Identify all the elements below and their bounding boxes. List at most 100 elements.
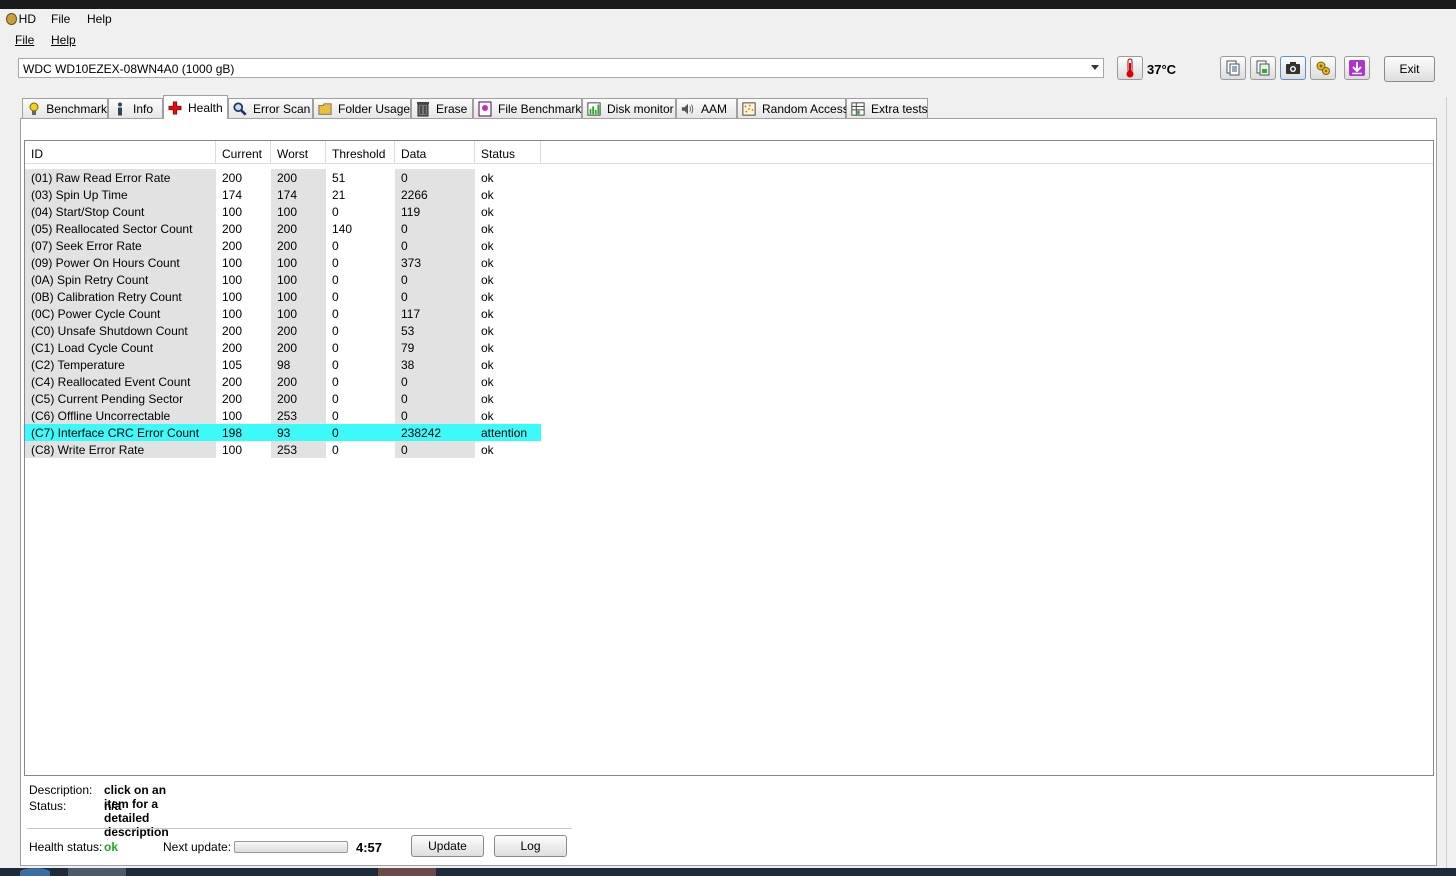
tab-folder-usage[interactable]: Folder Usage bbox=[313, 98, 411, 118]
tab-health[interactable]: Health bbox=[163, 95, 228, 119]
column-header-current[interactable]: Current bbox=[216, 141, 271, 163]
table-row[interactable]: (0C) Power Cycle Count 100 100 0 117 ok bbox=[25, 305, 545, 322]
cell-id: (C4) Reallocated Event Count bbox=[25, 373, 216, 390]
cell-worst: 200 bbox=[271, 390, 326, 407]
cell-id: (03) Spin Up Time bbox=[25, 186, 216, 203]
random-access-icon bbox=[742, 101, 756, 116]
tab-file-benchmark[interactable]: File Benchmark bbox=[473, 98, 582, 118]
table-row[interactable]: (0A) Spin Retry Count 100 100 0 0 ok bbox=[25, 271, 545, 288]
table-row[interactable]: (01) Raw Read Error Rate 200 200 51 0 ok bbox=[25, 169, 545, 186]
start-button[interactable] bbox=[20, 868, 50, 876]
tab-aam[interactable]: AAM bbox=[676, 98, 737, 118]
title-menu-file[interactable]: File bbox=[51, 12, 70, 26]
cell-current: 105 bbox=[222, 358, 243, 372]
cell-status: ok bbox=[481, 222, 494, 236]
menu-help[interactable]: Help bbox=[51, 33, 76, 47]
smart-table[interactable]: ID Current Worst Threshold Data Status (… bbox=[24, 140, 1434, 776]
table-row[interactable]: (03) Spin Up Time 174 174 21 2266 ok bbox=[25, 186, 545, 203]
tab-info[interactable]: Info bbox=[108, 98, 163, 118]
tab-random-access[interactable]: Random Access bbox=[737, 98, 849, 118]
screenshot-button[interactable] bbox=[1280, 56, 1306, 80]
health-panel: ID Current Worst Threshold Data Status (… bbox=[20, 118, 1437, 866]
table-row[interactable]: (04) Start/Stop Count 100 100 0 119 ok bbox=[25, 203, 545, 220]
options-icon bbox=[1316, 61, 1330, 75]
column-header-id[interactable]: ID bbox=[25, 141, 216, 163]
table-row[interactable]: (C1) Load Cycle Count 200 200 0 79 ok bbox=[25, 339, 545, 356]
cell-status: ok bbox=[481, 392, 494, 406]
cell-status: ok bbox=[481, 290, 494, 304]
table-row[interactable]: (C4) Reallocated Event Count 200 200 0 0 ok bbox=[25, 373, 545, 390]
cell-current: 200 bbox=[222, 324, 243, 338]
cell-current: 200 bbox=[222, 171, 243, 185]
tab-disk-monitor[interactable]: Disk monitor bbox=[582, 98, 676, 118]
cell-worst: 100 bbox=[271, 203, 326, 220]
cell-worst: 174 bbox=[271, 186, 326, 203]
table-row[interactable]: (C8) Write Error Rate 100 253 0 0 ok bbox=[25, 441, 545, 458]
cell-id: (0C) Power Cycle Count bbox=[25, 305, 216, 322]
save-button[interactable] bbox=[1344, 56, 1370, 80]
tab-extra-tests[interactable]: Extra tests bbox=[846, 98, 928, 118]
taskbar-item[interactable] bbox=[378, 868, 436, 876]
title-menu-help[interactable]: Help bbox=[87, 12, 112, 26]
table-row[interactable]: (07) Seek Error Rate 200 200 0 0 ok bbox=[25, 237, 545, 254]
table-row[interactable]: (C6) Offline Uncorrectable 100 253 0 0 ok bbox=[25, 407, 545, 424]
cell-threshold: 0 bbox=[332, 443, 339, 457]
table-row[interactable]: (09) Power On Hours Count 100 100 0 373 ok bbox=[25, 254, 545, 271]
column-header-data[interactable]: Data bbox=[395, 141, 475, 163]
menu-file[interactable]: File bbox=[15, 33, 34, 47]
copy-text-button[interactable] bbox=[1220, 56, 1246, 80]
log-button[interactable]: Log bbox=[494, 835, 567, 857]
cell-threshold: 0 bbox=[332, 273, 339, 287]
column-header-status[interactable]: Status bbox=[475, 141, 541, 163]
tab-benchmark[interactable]: Benchmark bbox=[22, 98, 108, 118]
cell-status: ok bbox=[481, 273, 494, 287]
cell-threshold: 0 bbox=[332, 375, 339, 389]
cell-worst: 98 bbox=[271, 356, 326, 373]
folder-icon bbox=[318, 102, 332, 116]
taskbar-item[interactable] bbox=[68, 868, 126, 876]
table-row[interactable]: (0B) Calibration Retry Count 100 100 0 0 ok bbox=[25, 288, 545, 305]
cell-threshold: 0 bbox=[332, 392, 339, 406]
cell-status: ok bbox=[481, 375, 494, 389]
cell-data: 79 bbox=[395, 339, 475, 356]
lightbulb-icon bbox=[27, 102, 40, 116]
table-row[interactable]: (C2) Temperature 105 98 0 38 ok bbox=[25, 356, 545, 373]
chevron-down-icon bbox=[1091, 65, 1099, 70]
tab-label: Info bbox=[133, 101, 154, 116]
copy-image-button[interactable] bbox=[1250, 56, 1276, 80]
cell-status: ok bbox=[481, 443, 494, 457]
countdown-value: 4:57 bbox=[356, 840, 383, 855]
table-row[interactable]: (C7) Interface CRC Error Count 198 93 0 2382… bbox=[25, 424, 545, 441]
tab-error-scan[interactable]: Error Scan bbox=[228, 98, 313, 118]
table-row[interactable]: (C0) Unsafe Shutdown Count 200 200 0 53 ok bbox=[25, 322, 545, 339]
cell-threshold: 140 bbox=[332, 222, 353, 236]
speaker-icon bbox=[681, 102, 695, 116]
cell-id: (04) Start/Stop Count bbox=[25, 203, 216, 220]
disk-icon bbox=[6, 13, 17, 25]
health-status-label: Health status: bbox=[29, 840, 103, 854]
cell-threshold: 0 bbox=[332, 341, 339, 355]
cell-current: 200 bbox=[222, 392, 243, 406]
cell-status: ok bbox=[481, 324, 494, 338]
cell-data: 0 bbox=[395, 220, 475, 237]
tab-erase[interactable]: Erase bbox=[411, 98, 473, 118]
cell-threshold: 0 bbox=[332, 409, 339, 423]
update-button[interactable]: Update bbox=[411, 835, 484, 857]
cell-data: 0 bbox=[395, 441, 475, 458]
disk-monitor-icon bbox=[587, 101, 601, 116]
cell-threshold: 0 bbox=[332, 307, 339, 321]
cell-id: (C5) Current Pending Sector bbox=[25, 390, 216, 407]
options-button[interactable] bbox=[1310, 56, 1336, 80]
cell-status: ok bbox=[481, 409, 494, 423]
cell-id: (C1) Load Cycle Count bbox=[25, 339, 216, 356]
column-header-threshold[interactable]: Threshold bbox=[326, 141, 395, 163]
cell-id: (07) Seek Error Rate bbox=[25, 237, 216, 254]
column-header-worst[interactable]: Worst bbox=[271, 141, 326, 163]
exit-button[interactable]: Exit bbox=[1384, 56, 1435, 82]
tab-label: Error Scan bbox=[253, 101, 311, 116]
cell-data: 119 bbox=[395, 203, 475, 220]
table-row[interactable]: (C5) Current Pending Sector 200 200 0 0 ok bbox=[25, 390, 545, 407]
next-update-label: Next update: bbox=[163, 840, 232, 854]
table-row[interactable]: (05) Reallocated Sector Count 200 200 140 0 o… bbox=[25, 220, 545, 237]
drive-select[interactable]: WDC WD10EZEX-08WN4A0 (1000 gB) bbox=[18, 58, 1104, 78]
